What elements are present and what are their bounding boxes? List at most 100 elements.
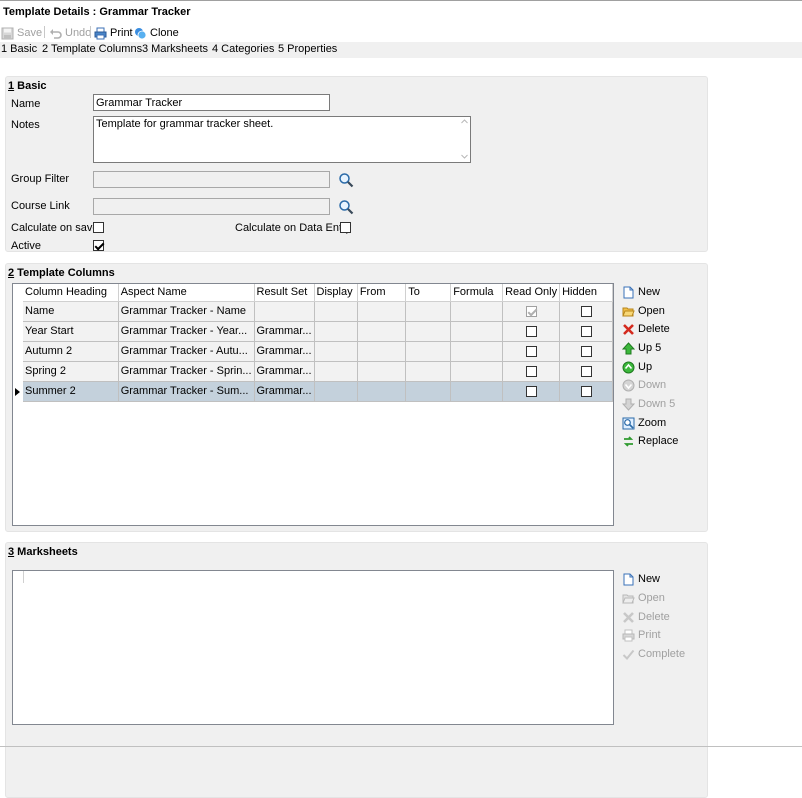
hidden-checkbox[interactable] — [580, 385, 592, 397]
cell-to[interactable] — [405, 321, 452, 342]
cell-column-heading[interactable]: Spring 2 — [23, 361, 119, 382]
tab-properties[interactable]: 5 Properties — [278, 43, 337, 55]
cell-to[interactable] — [405, 381, 452, 402]
cell-display[interactable] — [314, 361, 358, 382]
column-header-display[interactable]: Display — [314, 284, 358, 302]
column-header-read-only[interactable]: Read Only — [502, 284, 561, 302]
read-only-checkbox[interactable] — [525, 325, 537, 337]
columns-zoom-button[interactable]: Zoom — [622, 415, 666, 431]
cell-formula[interactable] — [450, 361, 504, 382]
columns-up5-button[interactable]: Up 5 — [621, 340, 661, 356]
cell-from[interactable] — [357, 361, 407, 382]
read-only-checkbox[interactable] — [525, 385, 537, 397]
cell-read-only[interactable] — [502, 361, 561, 382]
marksheets-print-button[interactable]: Print — [622, 627, 661, 643]
cell-from[interactable] — [357, 301, 407, 322]
cell-read-only[interactable] — [502, 301, 561, 322]
columns-replace-button[interactable]: Replace — [622, 433, 678, 449]
cell-aspect-name[interactable]: Grammar Tracker - Autu... — [118, 341, 255, 362]
save-button[interactable]: Save — [1, 25, 42, 41]
table-row[interactable]: Year Start Grammar Tracker - Year... Gramm… — [23, 321, 613, 342]
cell-column-heading[interactable]: Summer 2 — [23, 381, 119, 402]
cell-aspect-name[interactable]: Grammar Tracker - Sum... — [118, 381, 255, 402]
cell-result-set[interactable]: Grammar... — [254, 341, 315, 362]
hidden-checkbox[interactable] — [580, 365, 592, 377]
marksheets-open-button[interactable]: Open — [622, 590, 665, 606]
tab-basic[interactable]: 1 Basic — [1, 43, 37, 55]
column-header-formula[interactable]: Formula — [450, 284, 504, 302]
columns-down-button[interactable]: Down — [622, 377, 666, 393]
marksheets-complete-button[interactable]: Complete — [622, 646, 685, 662]
columns-delete-button[interactable]: Delete — [622, 321, 670, 337]
columns-up-button[interactable]: Up — [622, 359, 652, 375]
print-button[interactable]: Print — [94, 25, 133, 41]
cell-to[interactable] — [405, 301, 452, 322]
columns-down5-button[interactable]: Down 5 — [621, 396, 675, 412]
table-row[interactable]: Summer 2 Grammar Tracker - Sum... Grammar.… — [23, 381, 613, 402]
group-filter-search-icon[interactable] — [338, 172, 354, 188]
cell-formula[interactable] — [450, 381, 504, 402]
cell-to[interactable] — [405, 341, 452, 362]
cell-aspect-name[interactable]: Grammar Tracker - Year... — [118, 321, 255, 342]
cell-read-only[interactable] — [502, 341, 561, 362]
cell-display[interactable] — [314, 381, 358, 402]
name-input[interactable] — [93, 94, 330, 111]
notes-scrollbar[interactable] — [460, 117, 469, 162]
table-row[interactable]: Name Grammar Tracker - Name — [23, 301, 613, 322]
cell-hidden[interactable] — [559, 381, 613, 402]
table-row[interactable]: Spring 2 Grammar Tracker - Sprin... Gramma… — [23, 361, 613, 382]
active-checkbox[interactable] — [93, 240, 104, 251]
hidden-checkbox[interactable] — [580, 305, 592, 317]
column-header-aspect[interactable]: Aspect Name — [118, 284, 255, 302]
tab-template-columns[interactable]: 2 Template Columns — [42, 43, 142, 55]
cell-column-heading[interactable]: Name — [23, 301, 119, 322]
cell-aspect-name[interactable]: Grammar Tracker - Name — [118, 301, 255, 322]
tab-categories[interactable]: 4 Categories — [212, 43, 274, 55]
cell-to[interactable] — [405, 361, 452, 382]
cell-read-only[interactable] — [502, 321, 561, 342]
course-link-search-icon[interactable] — [338, 199, 354, 215]
cell-from[interactable] — [357, 381, 407, 402]
cell-column-heading[interactable]: Autumn 2 — [23, 341, 119, 362]
cell-display[interactable] — [314, 301, 358, 322]
columns-open-button[interactable]: Open — [622, 303, 665, 319]
hidden-checkbox[interactable] — [580, 345, 592, 357]
column-header-hidden[interactable]: Hidden — [559, 284, 613, 302]
cell-hidden[interactable] — [559, 361, 613, 382]
read-only-checkbox[interactable] — [525, 365, 537, 377]
cell-from[interactable] — [357, 321, 407, 342]
column-header-from[interactable]: From — [357, 284, 407, 302]
hidden-checkbox[interactable] — [580, 325, 592, 337]
cell-read-only[interactable] — [502, 381, 561, 402]
cell-aspect-name[interactable]: Grammar Tracker - Sprin... — [118, 361, 255, 382]
table-row[interactable]: Autumn 2 Grammar Tracker - Autu... Grammar… — [23, 341, 613, 362]
marksheets-grid[interactable] — [12, 570, 614, 725]
group-filter-input[interactable] — [93, 171, 330, 188]
clone-button[interactable]: Clone — [134, 25, 179, 41]
cell-hidden[interactable] — [559, 301, 613, 322]
undo-button[interactable]: Undo — [49, 25, 91, 41]
cell-hidden[interactable] — [559, 341, 613, 362]
cell-formula[interactable] — [450, 321, 504, 342]
cell-hidden[interactable] — [559, 321, 613, 342]
read-only-checkbox[interactable] — [525, 345, 537, 357]
notes-textarea[interactable]: Template for grammar tracker sheet. — [93, 116, 471, 163]
cell-display[interactable] — [314, 341, 358, 362]
tab-marksheets[interactable]: 3 Marksheets — [142, 43, 208, 55]
cell-column-heading[interactable]: Year Start — [23, 321, 119, 342]
column-header-to[interactable]: To — [405, 284, 452, 302]
calc-on-entry-checkbox[interactable] — [340, 222, 351, 233]
calc-on-save-checkbox[interactable] — [93, 222, 104, 233]
column-header-heading[interactable]: Column Heading — [23, 284, 119, 302]
marksheets-new-button[interactable]: New — [622, 571, 660, 587]
cell-from[interactable] — [357, 341, 407, 362]
column-header-result-set[interactable]: Result Set — [254, 284, 315, 302]
cell-formula[interactable] — [450, 301, 504, 322]
cell-display[interactable] — [314, 321, 358, 342]
course-link-input[interactable] — [93, 198, 330, 215]
cell-result-set[interactable]: Grammar... — [254, 361, 315, 382]
cell-result-set[interactable]: Grammar... — [254, 321, 315, 342]
columns-new-button[interactable]: New — [622, 284, 660, 300]
cell-formula[interactable] — [450, 341, 504, 362]
cell-result-set[interactable] — [254, 301, 315, 322]
